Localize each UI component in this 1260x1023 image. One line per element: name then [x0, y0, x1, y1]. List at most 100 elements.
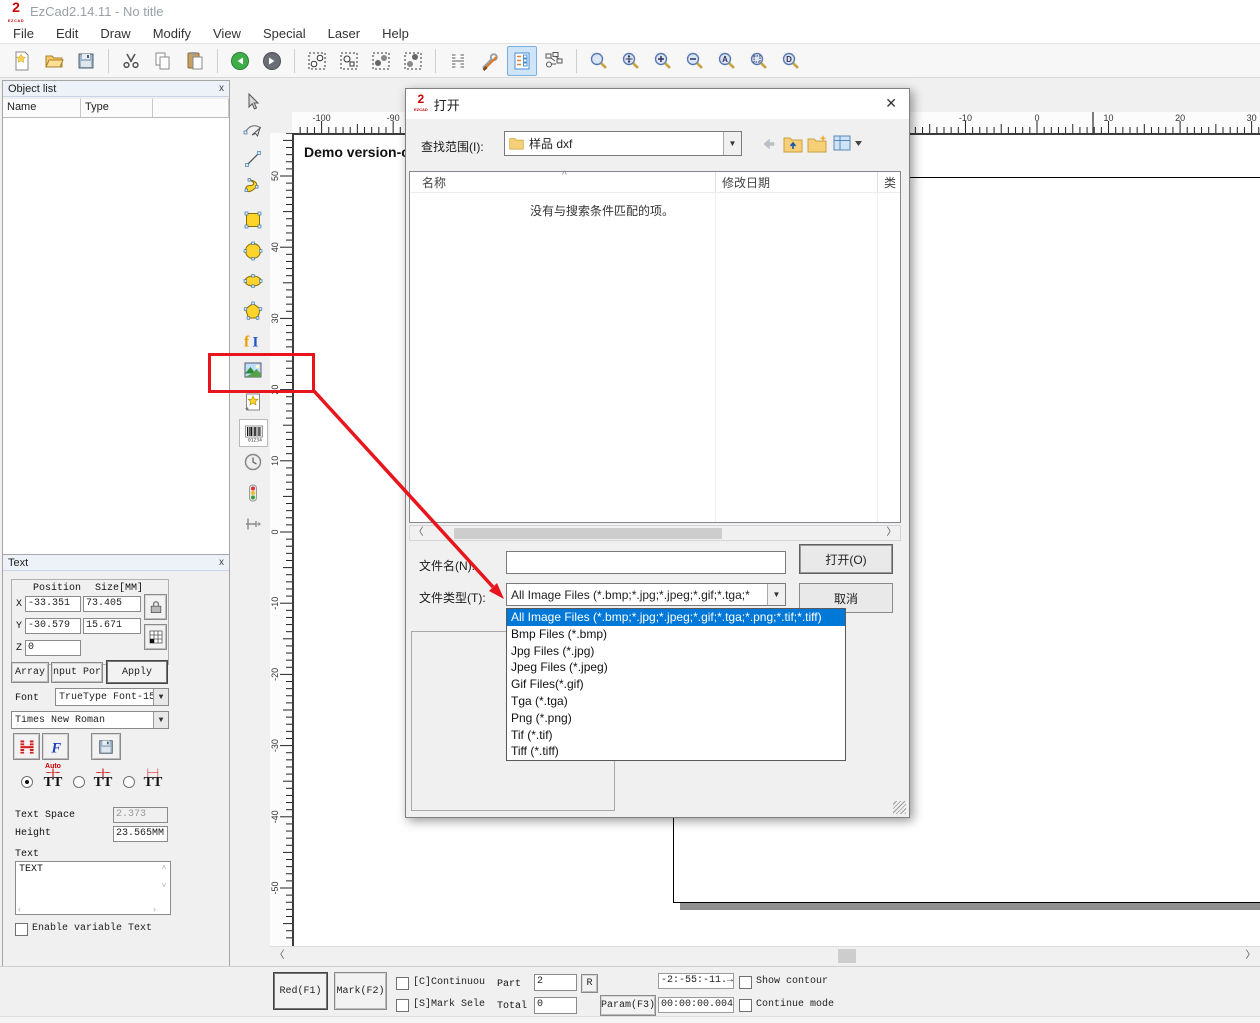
- zoom-move-button[interactable]: [616, 46, 646, 76]
- file-type-option[interactable]: Tga (*.tga): [507, 693, 845, 710]
- node-select-button[interactable]: [302, 46, 332, 76]
- tab-input-port[interactable]: nput Por: [51, 662, 103, 683]
- x-size-input[interactable]: 73.405: [83, 596, 141, 612]
- menu-modify[interactable]: Modify: [142, 23, 202, 44]
- spacing-auto-radio[interactable]: [21, 776, 33, 788]
- file-type-option[interactable]: Tif (*.tif): [507, 727, 845, 744]
- chevron-down-icon[interactable]: ▼: [153, 712, 168, 728]
- file-type-option[interactable]: Bmp Files (*.bmp): [507, 626, 845, 643]
- file-type-option[interactable]: Png (*.png): [507, 710, 845, 727]
- font-properties-button[interactable]: F: [42, 733, 69, 760]
- look-in-combo[interactable]: 样品 dxf ▼: [504, 131, 742, 156]
- copy-button[interactable]: [148, 46, 178, 76]
- structure-button[interactable]: [539, 46, 569, 76]
- menu-file[interactable]: File: [2, 23, 45, 44]
- scrollbar-thumb[interactable]: [454, 528, 722, 539]
- zoom-all-button[interactable]: A: [712, 46, 742, 76]
- tools-button[interactable]: [475, 46, 505, 76]
- column-name[interactable]: Name: [3, 98, 81, 117]
- x-position-input[interactable]: -33.351: [25, 596, 81, 612]
- menu-laser[interactable]: Laser: [317, 23, 372, 44]
- file-type-combo[interactable]: All Image Files (*.bmp;*.jpg;*.jpeg;*.gi…: [506, 583, 786, 606]
- total-input[interactable]: 0: [534, 997, 577, 1014]
- file-type-option[interactable]: Tiff (*.tiff): [507, 743, 845, 760]
- tool-curve-button[interactable]: [239, 174, 266, 200]
- chevron-down-icon[interactable]: ▼: [767, 584, 785, 605]
- canvas-hscrollbar[interactable]: 〈 〉: [270, 946, 1260, 965]
- cut-button[interactable]: [116, 46, 146, 76]
- tool-signal-button[interactable]: [239, 480, 266, 506]
- chevron-down-icon[interactable]: ▼: [723, 132, 741, 155]
- open-button[interactable]: 打开(O): [799, 544, 893, 574]
- scroll-right-icon[interactable]: 〉: [884, 526, 899, 540]
- tab-array[interactable]: Array: [11, 662, 49, 683]
- continue-mode-checkbox[interactable]: Continue mode: [739, 999, 834, 1012]
- hscroll-right-icon[interactable]: ›: [153, 904, 156, 914]
- spacing-char-radio[interactable]: [73, 776, 85, 788]
- redo-button[interactable]: [257, 46, 287, 76]
- zoom-select-button[interactable]: [744, 46, 774, 76]
- open-button[interactable]: [39, 46, 69, 76]
- hatch-button[interactable]: [443, 46, 473, 76]
- zoom-out-button[interactable]: [680, 46, 710, 76]
- apply-button[interactable]: Apply: [106, 660, 168, 684]
- column-date[interactable]: 修改日期: [722, 174, 770, 191]
- menu-view[interactable]: View: [202, 23, 252, 44]
- menu-draw[interactable]: Draw: [89, 23, 141, 44]
- enable-variable-checkbox[interactable]: Enable variable Text: [15, 923, 152, 936]
- close-icon[interactable]: x: [219, 557, 224, 568]
- save-font-button[interactable]: [91, 733, 121, 760]
- vscroll-arrows-icon[interactable]: ˄˅: [159, 863, 169, 890]
- mark-selected-checkbox[interactable]: [S]Mark Sele: [396, 999, 485, 1012]
- menu-edit[interactable]: Edit: [45, 23, 89, 44]
- mark-param-button[interactable]: [507, 46, 537, 76]
- spacing-fixed-radio[interactable]: [123, 776, 135, 788]
- file-list[interactable]: 名称 ^ 修改日期 类 没有与搜索条件匹配的项。: [409, 171, 901, 523]
- up-folder-icon[interactable]: [783, 134, 803, 153]
- font-name-combo[interactable]: Times New Roman ▼: [11, 711, 169, 729]
- menu-help[interactable]: Help: [371, 23, 420, 44]
- hatch-text-button[interactable]: [13, 733, 40, 760]
- checkbox-icon[interactable]: [396, 999, 409, 1012]
- chevron-down-icon[interactable]: ▼: [153, 689, 168, 705]
- checkbox-icon[interactable]: [15, 923, 28, 936]
- dialog-title-bar[interactable]: 2EZCAD 打开: [406, 89, 909, 119]
- resize-grip-icon[interactable]: [893, 801, 906, 814]
- column-name[interactable]: 名称: [422, 174, 446, 191]
- text-content-area[interactable]: TEXT ˄˅ ‹ ›: [15, 861, 171, 915]
- menu-special[interactable]: Special: [252, 23, 317, 44]
- column-type[interactable]: 类: [884, 174, 896, 191]
- file-type-option[interactable]: Jpeg Files (*.jpeg): [507, 659, 845, 676]
- scroll-right-icon[interactable]: 〉: [1243, 949, 1258, 963]
- new-button[interactable]: [7, 46, 37, 76]
- lock-size-button[interactable]: [144, 594, 167, 620]
- tool-select-button[interactable]: [239, 89, 266, 115]
- node-dark-button[interactable]: [366, 46, 396, 76]
- tool-polygon-button[interactable]: [239, 298, 266, 324]
- back-icon[interactable]: [759, 135, 777, 153]
- file-name-input[interactable]: [506, 551, 786, 574]
- tool-ellipse-button[interactable]: [239, 268, 266, 294]
- part-input[interactable]: 2: [534, 974, 577, 991]
- new-folder-icon[interactable]: [807, 134, 829, 153]
- scrollbar-thumb[interactable]: [838, 949, 856, 963]
- font-type-combo[interactable]: TrueType Font-15 ▼: [55, 688, 169, 706]
- anchor-grid-button[interactable]: [144, 624, 167, 650]
- close-icon[interactable]: x: [219, 83, 224, 94]
- reset-part-button[interactable]: R: [581, 974, 598, 993]
- hscroll-left-icon[interactable]: ‹: [18, 904, 21, 914]
- paste-button[interactable]: [180, 46, 210, 76]
- zoom-in-button[interactable]: [648, 46, 678, 76]
- node-box-button[interactable]: [334, 46, 364, 76]
- zoom-button[interactable]: [584, 46, 614, 76]
- height-input[interactable]: 23.565MM: [113, 826, 168, 842]
- file-type-option[interactable]: Gif Files(*.gif): [507, 676, 845, 693]
- file-type-option[interactable]: All Image Files (*.bmp;*.jpg;*.jpeg;*.gi…: [507, 609, 845, 626]
- object-list[interactable]: Name Type: [3, 98, 229, 554]
- undo-button[interactable]: [225, 46, 255, 76]
- show-contour-checkbox[interactable]: Show contour: [739, 976, 828, 989]
- tool-circle-button[interactable]: [239, 238, 266, 264]
- tool-node-edit-button[interactable]: [239, 117, 266, 143]
- node-mix-button[interactable]: [398, 46, 428, 76]
- scroll-left-icon[interactable]: 〈: [411, 526, 426, 540]
